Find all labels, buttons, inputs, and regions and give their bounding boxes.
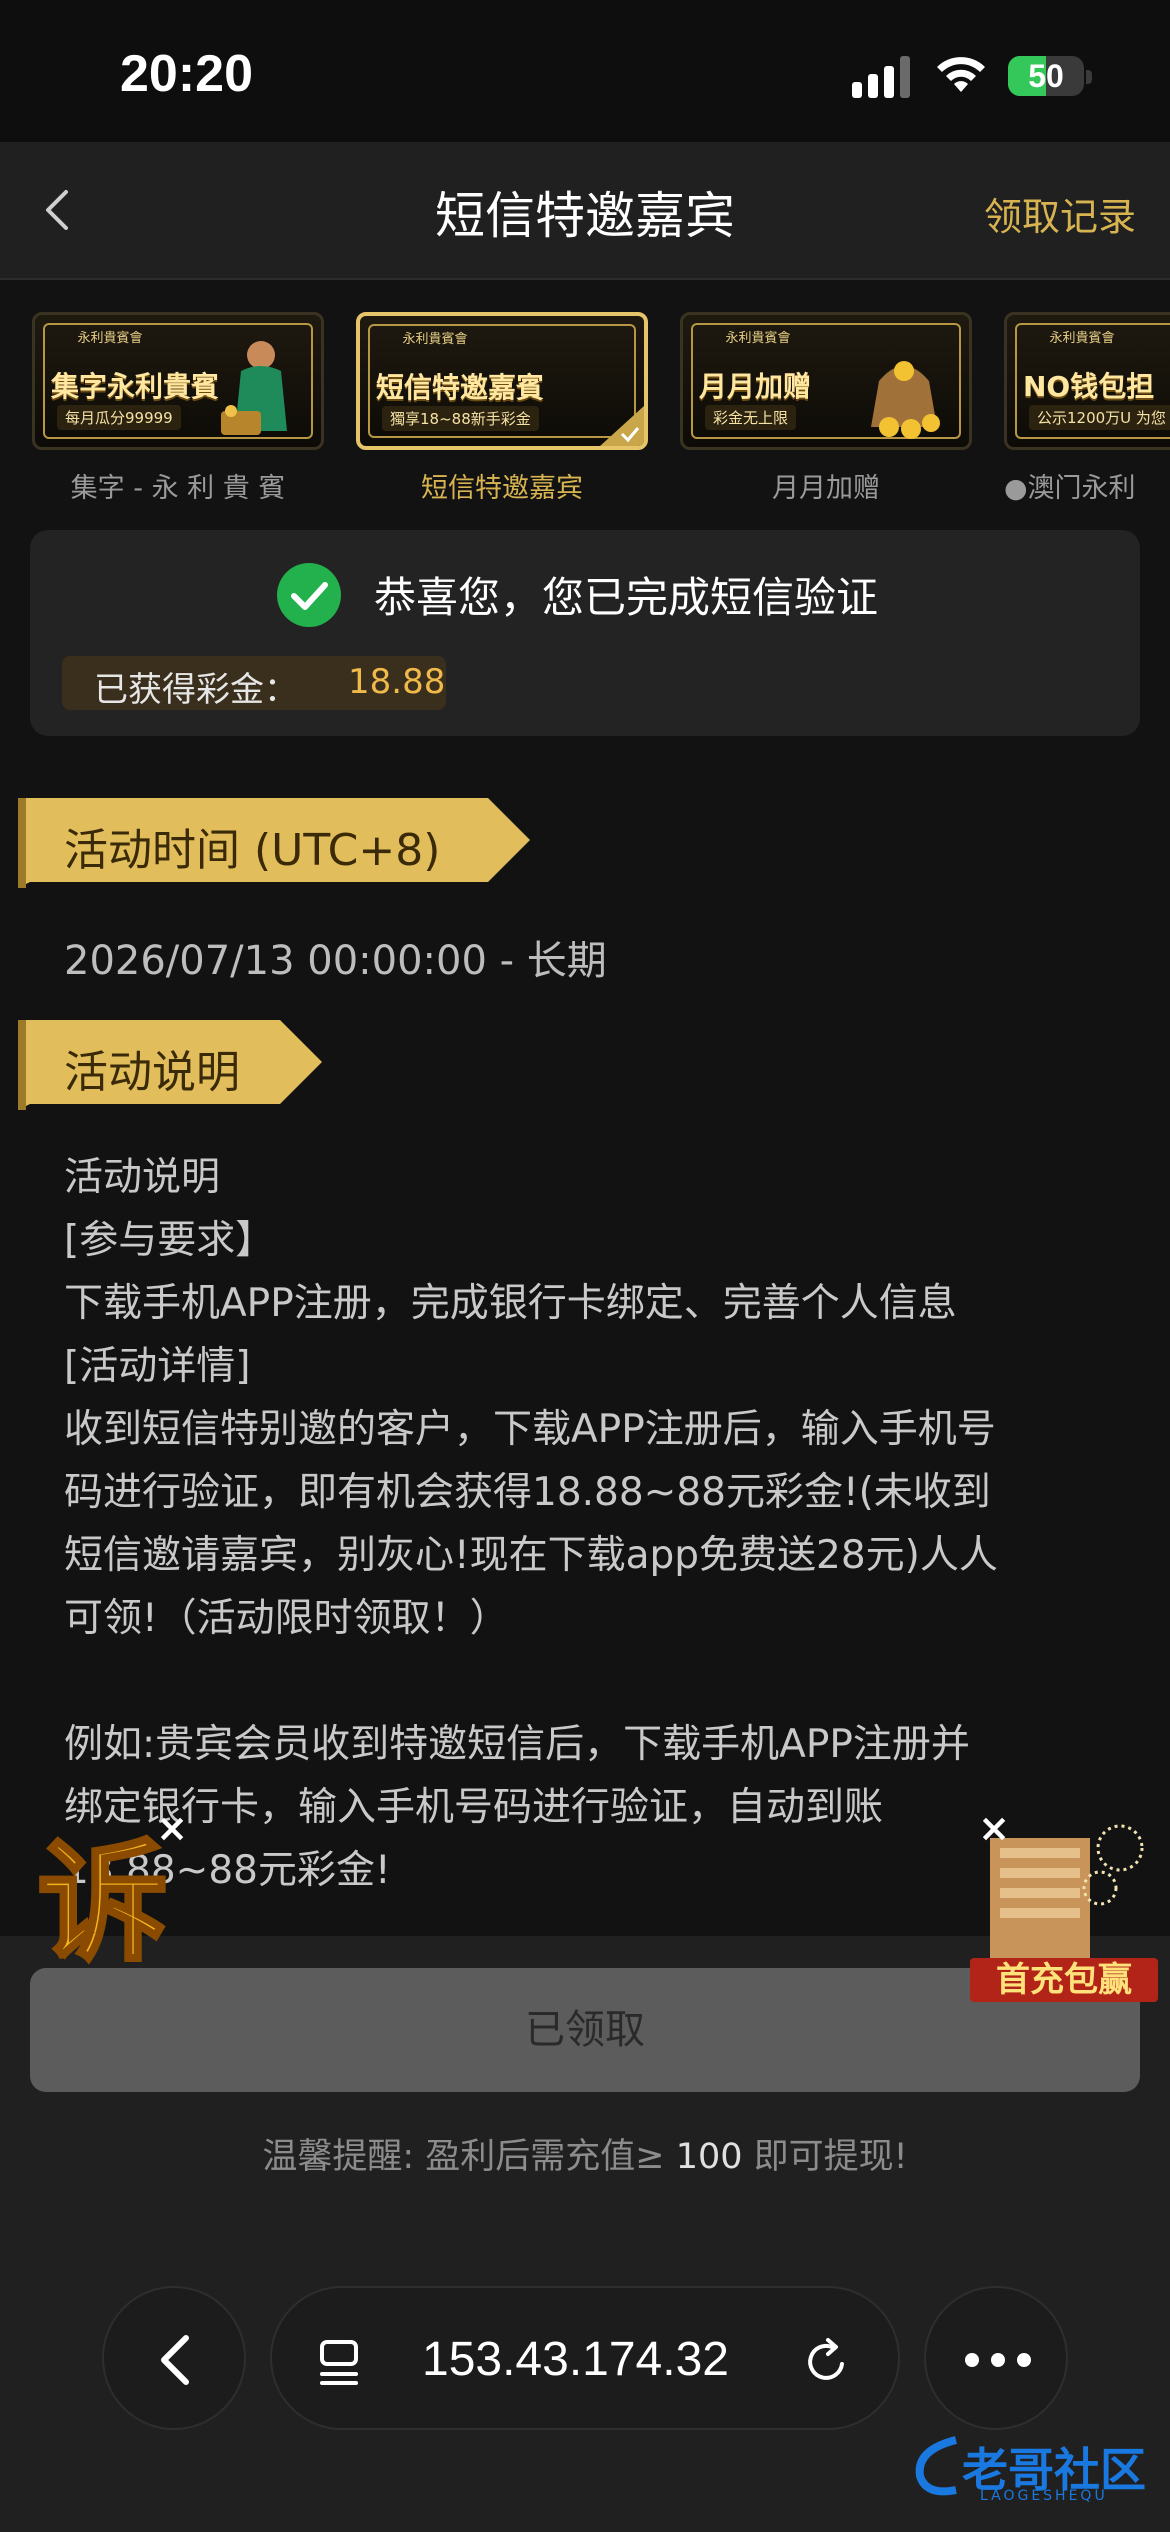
desc-line: 可领!（活动限时领取！） [64,1596,509,1641]
address-bar[interactable]: 153.43.174.32 [270,2286,900,2430]
reminder-suffix: 即可提现! [742,2137,908,2177]
close-icon[interactable]: × [974,1808,1014,1848]
bonus-amount: 18.88 [348,662,446,702]
reload-icon[interactable] [802,2336,852,2386]
banner-brand: 永利貴賓會 [77,331,143,346]
reminder-amount: 100 [675,2137,743,2177]
banner-title: NO钱包担 [1023,370,1155,403]
chevron-left-icon [161,2335,189,2385]
banner-brand: 永利貴賓會 [1049,331,1115,346]
bonus-label: 已获得彩金： [94,670,298,710]
desc-line: 收到短信特别邀的客户，下载APP注册后，输入手机号 [64,1407,996,1452]
complaint-char: 诉 [38,1827,168,1978]
activity-description: 活动说明 [参与要求】 下载手机APP注册，完成银行卡绑定、完善个人信息 [活动… [64,1146,1104,1902]
reminder-prefix: 温馨提醒: 盈利后需充值≥ [262,2137,676,2177]
wifi-icon [937,57,985,92]
check-circle-icon [277,563,341,627]
promo-banner-carousel[interactable]: 永利貴賓會 集字永利貴賓 每月瓜分99999 集字 - 永 利 貴 賓 永利貴賓… [0,280,1170,510]
section-title-desc: 活动说明 [64,1047,240,1098]
first-deposit-text: 首充包赢 [996,1960,1132,2000]
cellular-signal-icon [852,56,910,98]
watermark-subtext: LAOGESHEQU [980,2488,1108,2504]
desc-blank-line [64,1650,1104,1713]
section-header-time: 活动时间 (UTC+8) [18,798,530,888]
page-menu-icon[interactable] [318,2338,368,2386]
gold-coins-bag-icon [871,361,940,439]
banner-no-wallet[interactable]: 永利貴賓會 NO钱包担 公示1200万U 为您 [1004,312,1170,450]
battery-icon: 50 [1008,56,1084,96]
banner-monthly[interactable]: 永利貴賓會 月月加赠 彩金无上限 [680,312,972,450]
desc-line: 码进行验证，即有机会获得18.88~88元彩金!(未收到 [64,1470,991,1515]
banner-title: 集字永利貴賓 [51,370,220,403]
banner-subtitle: 獨享18~88新手彩金 [382,406,539,431]
battery-percent: 50 [1028,58,1064,94]
banner-title: 月月加赠 [699,370,812,403]
close-icon[interactable]: × [152,1808,192,1848]
selected-check-icon [600,406,644,446]
banner-title: 短信特邀嘉賓 [376,371,545,404]
banner-brand: 永利貴賓會 [402,332,468,347]
banner-jizi[interactable]: 永利貴賓會 集字永利貴賓 每月瓜分99999 [32,312,324,450]
desc-line: 短信邀请嘉宾，别灰心!现在下载app免费送28元)人人 [64,1533,998,1578]
goddess-figure-icon [221,341,287,435]
banner-label-jizi[interactable]: 集字 - 永 利 貴 賓 [32,466,324,505]
complaint-float-button[interactable]: 诉 × [28,1808,188,1981]
browser-back-button[interactable] [102,2286,246,2430]
section-header-desc: 活动说明 [18,1020,322,1110]
nav-header: 短信特邀嘉宾 领取记录 [0,142,1170,280]
dragon-logo-icon [915,2436,958,2496]
more-options-button[interactable] [924,2286,1068,2430]
battery-cap [1086,70,1092,84]
banner-sms-vip[interactable]: 永利貴賓會 短信特邀嘉賓 獨享18~88新手彩金 [356,312,648,450]
banner-subtitle: 每月瓜分99999 [57,405,181,430]
desc-line: 18.88~88元彩金! [64,1848,391,1893]
desc-line: 活动说明 [64,1155,221,1200]
url-text: 153.43.174.32 [422,2333,729,2386]
verification-card: 恭喜您，您已完成短信验证 已获得彩金： 18.88 [30,530,1140,736]
withdraw-reminder: 温馨提醒: 盈利后需充值≥ 100 即可提现! [0,2128,1170,2179]
desc-line: 下载手机APP注册，完成银行卡绑定、完善个人信息 [64,1281,957,1326]
banner-label-macau[interactable]: ●澳门永利 [1004,466,1170,505]
verification-message: 恭喜您，您已完成短信验证 [374,573,879,622]
banner-subtitle: 彩金无上限 [705,405,797,430]
status-bar: 20:20 50 [0,0,1170,142]
first-deposit-float-button[interactable]: 首充包赢 × [970,1808,1158,2004]
claim-record-link[interactable]: 领取记录 [984,186,1136,241]
watermark-logo: 老哥社区 LAOGESHEQU [906,2424,1156,2514]
desc-line: [活动详情] [64,1344,251,1389]
banner-label-monthly[interactable]: 月月加赠 [680,466,972,505]
desc-line: 绑定银行卡，输入手机号码进行验证，自动到账 [64,1785,884,1830]
bonus-badge: 已获得彩金： 18.88 [62,656,446,710]
banner-label-sms-vip[interactable]: 短信特邀嘉宾 [356,466,648,505]
desc-line: [参与要求】 [64,1218,275,1263]
more-dots-icon [965,2353,1031,2367]
desc-line: 例如:贵宾会员收到特邀短信后，下载手机APP注册并 [64,1722,970,1767]
activity-time-range: 2026/07/13 00:00:00 - 长期 [64,938,607,984]
banner-subtitle: 公示1200万U 为您 [1029,405,1170,430]
status-time: 20:20 [120,45,253,103]
banner-brand: 永利貴賓會 [725,331,791,346]
section-title-time: 活动时间 (UTC+8) [64,825,441,876]
